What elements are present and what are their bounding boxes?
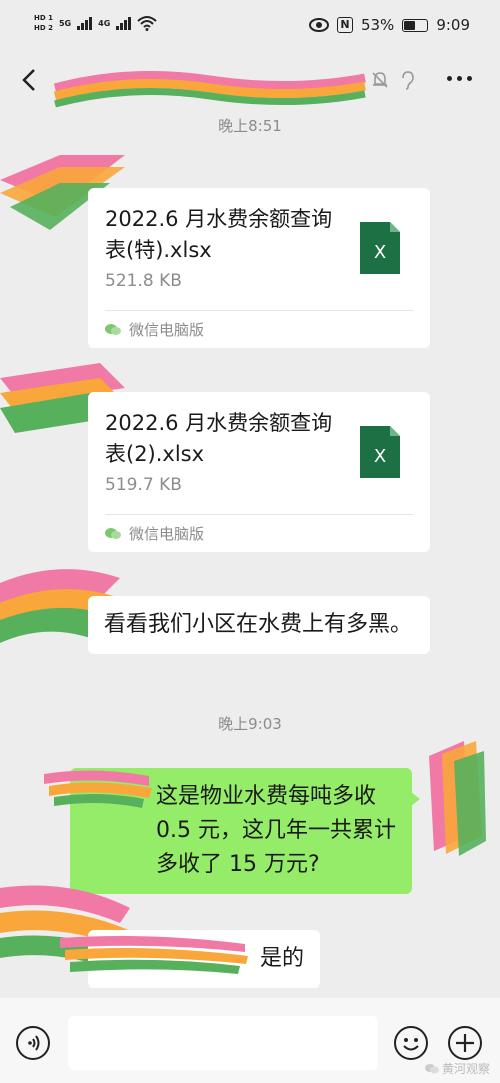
title-redaction	[53, 71, 366, 108]
emoji-icon[interactable]	[394, 1026, 428, 1060]
sim2-label: HD 2	[34, 24, 53, 32]
chat-header	[0, 52, 500, 110]
mute-icon	[372, 72, 388, 88]
file-source: 微信电脑版	[105, 319, 204, 340]
message-input[interactable]	[68, 1016, 378, 1070]
wechat-pc-icon	[105, 324, 121, 335]
sim-badges: HD 1 HD 2	[34, 14, 53, 32]
file-source-label: 微信电脑版	[129, 525, 205, 543]
eye-icon	[308, 18, 329, 32]
file-size: 521.8 KB	[105, 271, 182, 291]
net2-label: 4G	[98, 18, 111, 28]
battery-percent: 53%	[360, 16, 395, 34]
divider	[105, 514, 413, 515]
incoming-message-text: 是的	[259, 946, 304, 971]
excel-icon-label: X	[374, 242, 386, 263]
excel-file-icon: X	[360, 426, 400, 478]
signal-icon	[77, 16, 93, 30]
file-source: 微信电脑版	[105, 523, 204, 544]
more-icon[interactable]	[447, 76, 472, 81]
watermark: 黄河观察	[424, 1060, 490, 1077]
status-right: N 53% 9:09	[308, 16, 470, 34]
clock: 9:09	[436, 16, 470, 34]
file-message[interactable]: 2022.6 月水费余额查询表(2).xlsx 519.7 KB X 微信电脑版	[88, 392, 430, 552]
net1-label: 5G	[58, 18, 72, 28]
wifi-icon	[137, 16, 157, 31]
file-name: 2022.6 月水费余额查询表(2).xlsx	[105, 411, 333, 466]
ear-icon	[402, 71, 414, 90]
file-message[interactable]: 2022.6 月水费余额查询表(特).xlsx 521.8 KB X 微信电脑版	[88, 188, 430, 348]
wechat-pc-icon	[105, 528, 121, 539]
battery-fill	[404, 20, 416, 30]
excel-file-icon: X	[360, 222, 400, 274]
incoming-message[interactable]: 看看我们小区在水费上有多黑。	[88, 596, 430, 654]
file-source-label: 微信电脑版	[129, 321, 205, 339]
input-bar: 黄河观察	[0, 998, 500, 1083]
status-bar: HD 1 HD 2 5G 4G N 53% 9:09	[0, 0, 500, 52]
nfc-icon: N	[336, 17, 353, 33]
file-size: 519.7 KB	[105, 475, 182, 495]
outgoing-message-text: 这是物业水费每吨多收 0.5 元，这几年一共累计多收了 15 万元?	[156, 784, 396, 877]
plus-icon[interactable]	[448, 1026, 482, 1060]
signal2-icon	[116, 16, 132, 30]
watermark-icon	[424, 1063, 439, 1073]
timestamp: 晚上9:03	[218, 715, 282, 733]
voice-icon[interactable]	[16, 1026, 50, 1060]
sim1-label: HD 1	[34, 14, 53, 22]
battery-icon	[402, 18, 429, 32]
outgoing-message[interactable]: 这是物业水费每吨多收 0.5 元，这几年一共累计多收了 15 万元?	[70, 768, 420, 894]
divider	[105, 310, 413, 311]
status-left: HD 1 HD 2 5G 4G	[34, 14, 157, 32]
avatar-redaction	[429, 741, 486, 856]
file-name: 2022.6 月水费余额查询表(特).xlsx	[105, 207, 333, 262]
incoming-message[interactable]: 是的	[88, 930, 320, 988]
timestamp: 晚上8:51	[218, 117, 282, 135]
back-icon[interactable]	[18, 67, 40, 93]
excel-icon-label: X	[374, 446, 386, 467]
watermark-text: 黄河观察	[441, 1062, 490, 1076]
